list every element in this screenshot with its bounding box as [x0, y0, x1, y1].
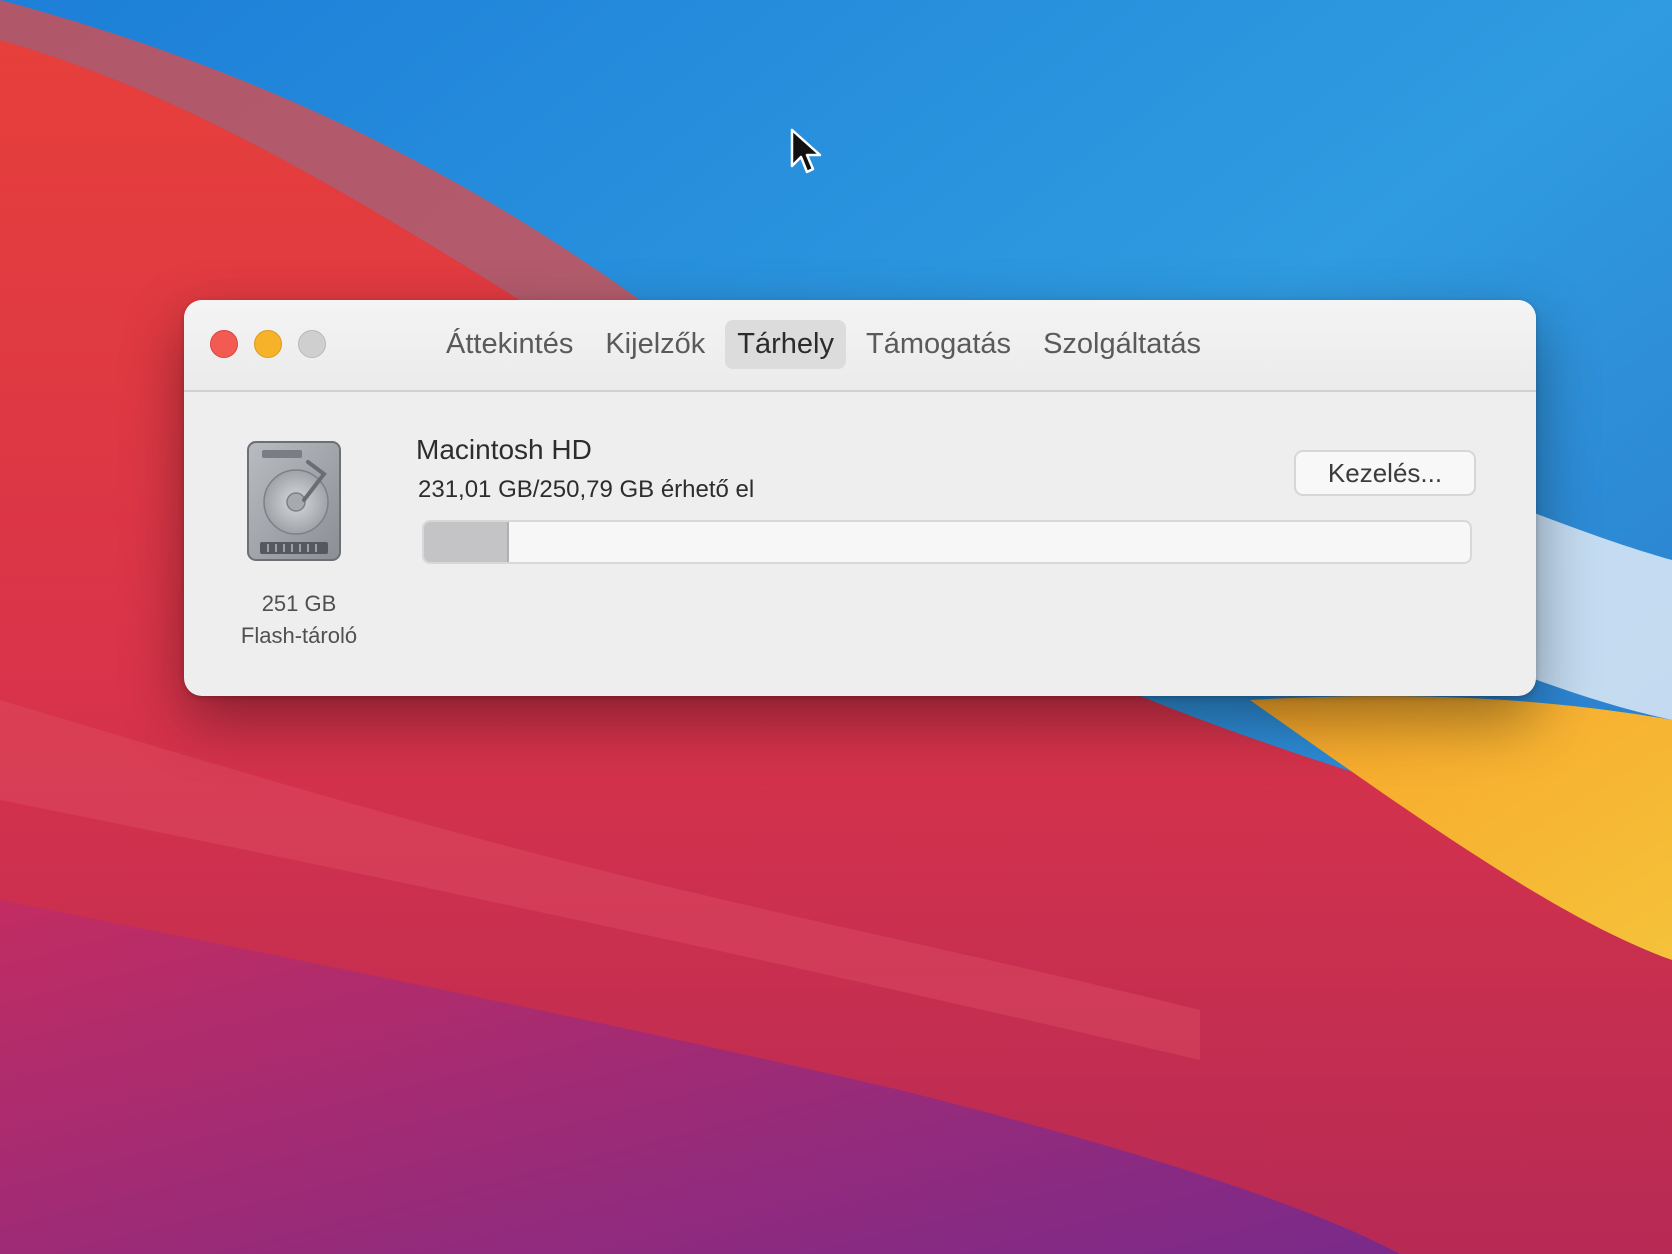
manage-button[interactable]: Kezelés... [1294, 450, 1476, 496]
disk-caption: 251 GB Flash-tároló [214, 588, 384, 652]
minimize-button[interactable] [254, 330, 282, 358]
tab-service[interactable]: Szolgáltatás [1031, 320, 1213, 369]
close-button[interactable] [210, 330, 238, 358]
tab-storage[interactable]: Tárhely [725, 319, 846, 369]
zoom-button[interactable] [298, 330, 326, 358]
disk-type: Flash-tároló [240, 623, 358, 648]
mouse-pointer-icon [790, 128, 822, 174]
tab-support[interactable]: Támogatás [854, 320, 1023, 369]
storage-usage-bar [422, 520, 1472, 564]
available-space: 231,01 GB/250,79 GB érhető el [418, 476, 755, 503]
volume-name: Macintosh HD [416, 434, 592, 465]
storage-panel: 251 GB Flash-tároló Macintosh HD 231,01 … [184, 392, 1536, 696]
storage-usage-fill [424, 522, 509, 562]
desktop: Áttekintés Kijelzők Tárhely Támogatás Sz… [0, 0, 1672, 1254]
disk-size: 251 GB [261, 591, 337, 616]
tab-bar: Áttekintés Kijelzők Tárhely Támogatás Sz… [434, 314, 1213, 374]
tab-displays[interactable]: Kijelzők [593, 320, 717, 369]
titlebar: Áttekintés Kijelzők Tárhely Támogatás Sz… [184, 300, 1536, 392]
hard-drive-icon [247, 441, 341, 561]
about-this-mac-window: Áttekintés Kijelzők Tárhely Támogatás Sz… [184, 300, 1536, 696]
tab-overview[interactable]: Áttekintés [434, 320, 585, 369]
